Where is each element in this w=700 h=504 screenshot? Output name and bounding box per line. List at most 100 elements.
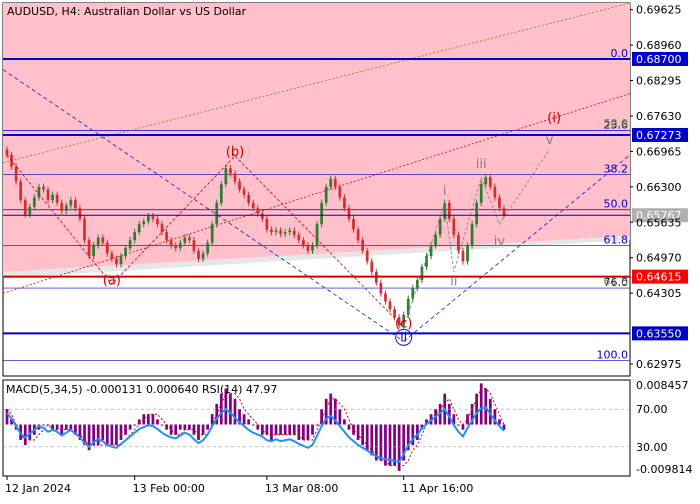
macd-bar	[466, 414, 469, 425]
macd-bar	[397, 424, 401, 471]
candle-body	[110, 253, 114, 259]
candle-body	[23, 200, 27, 215]
macd-bar	[315, 424, 319, 426]
macd-bar	[119, 424, 123, 440]
candle-body	[447, 202, 451, 219]
macd-bar	[160, 424, 164, 426]
candle-body	[343, 197, 346, 209]
fib-label-2: 38.2	[604, 163, 629, 176]
wave-label-1: (b)	[226, 145, 244, 160]
macd-bar	[151, 414, 155, 425]
chart-window: 0.0 23.6 38.2 50.0 61.8 76.0 100.0 50.0 61.8 (a)…	[0, 0, 700, 500]
macd-bar	[105, 424, 109, 446]
candle-body	[5, 149, 9, 155]
y-tick-label-7: 0.64970	[636, 252, 682, 265]
candle-body	[292, 230, 296, 235]
extension-label-0: 50.0	[604, 117, 629, 130]
macd-bar	[251, 424, 255, 426]
candle-body	[260, 213, 264, 219]
y-tick-label-1: 0.68960	[636, 39, 682, 52]
macd-bar	[379, 424, 383, 461]
chart-svg: 0.023.638.250.061.876.0100.050.061.8 (a)…	[2, 2, 692, 495]
y-tick-label-0: 0.69625	[636, 4, 682, 17]
candle-body	[429, 245, 433, 257]
candle-body	[215, 202, 219, 225]
candle-body	[133, 232, 137, 241]
candle-body	[119, 256, 123, 265]
macd-bar	[297, 424, 301, 440]
candle-body	[315, 224, 319, 246]
candle-body	[498, 197, 501, 209]
y-tick-label-6: 0.65635	[636, 216, 682, 229]
y-tick-label-5: 0.66300	[636, 181, 682, 194]
macd-bar	[306, 424, 310, 440]
fib-label-6: 100.0	[597, 349, 629, 362]
candle-body	[365, 250, 369, 262]
macd-bar	[55, 424, 59, 430]
candle-body	[475, 202, 479, 225]
macd-bar	[352, 424, 355, 435]
indicator-tick-0: 0.008457	[636, 379, 689, 392]
macd-bar	[146, 414, 150, 425]
candle-body	[347, 208, 351, 219]
candle-body	[256, 208, 260, 214]
candle-body	[14, 166, 18, 182]
macd-bar	[201, 424, 205, 435]
candle-body	[338, 186, 342, 198]
candle-body	[452, 218, 456, 235]
candle-body	[320, 202, 323, 225]
macd-bar	[156, 419, 159, 425]
macd-bar	[265, 424, 269, 435]
candle-body	[83, 218, 86, 241]
macd-bar	[128, 424, 132, 430]
candle-body	[370, 261, 374, 273]
y-tick-label-4: 0.66965	[636, 145, 682, 158]
candle-body	[329, 178, 333, 187]
macd-bar	[311, 424, 314, 435]
macd-bar	[260, 424, 264, 435]
x-tick-label-3: 11 Apr 16:00	[402, 482, 474, 495]
candle-body	[32, 197, 36, 208]
macd-bar	[5, 409, 9, 425]
candle-body	[96, 237, 100, 246]
macd-bar	[338, 409, 342, 425]
candle-body	[479, 184, 483, 203]
macd-bar	[361, 424, 365, 446]
candle-body	[238, 181, 241, 190]
macd-bar	[457, 424, 460, 426]
candle-body	[188, 237, 191, 241]
candle-body	[64, 205, 68, 211]
candle-body	[128, 240, 132, 249]
candle-body	[233, 173, 237, 182]
macd-bar	[343, 419, 346, 425]
candle-body	[288, 230, 292, 233]
candle-body	[470, 224, 474, 246]
candle-body	[219, 184, 223, 203]
macd-bar	[279, 424, 282, 435]
candle-body	[206, 242, 209, 254]
candle-body	[197, 250, 200, 259]
macd-bar	[288, 424, 292, 435]
macd-bar	[42, 424, 45, 426]
chart-title: AUDUSD, H4: Australian Dollar vs US Doll…	[7, 5, 247, 18]
candle-body	[92, 245, 96, 257]
candle-body	[279, 230, 282, 234]
y-tick-label-8: 0.64305	[636, 287, 682, 300]
candle-body	[115, 258, 118, 265]
macd-bar	[233, 398, 237, 425]
candle-body	[388, 301, 392, 310]
candle-body	[270, 229, 273, 233]
macd-bar	[110, 424, 114, 446]
candle-body	[425, 256, 428, 267]
indicator-tick-2: 30.00	[636, 441, 668, 454]
candle-body	[484, 177, 488, 185]
macd-bar	[96, 424, 100, 446]
macd-bar	[23, 424, 27, 446]
macd-bar	[101, 424, 105, 440]
candle-body	[51, 194, 54, 201]
candle-body	[406, 298, 410, 315]
x-tick-label-1: 13 Feb 00:00	[133, 482, 205, 495]
candle-body	[265, 218, 269, 230]
macd-bar	[302, 424, 305, 440]
candle-body	[60, 202, 64, 211]
